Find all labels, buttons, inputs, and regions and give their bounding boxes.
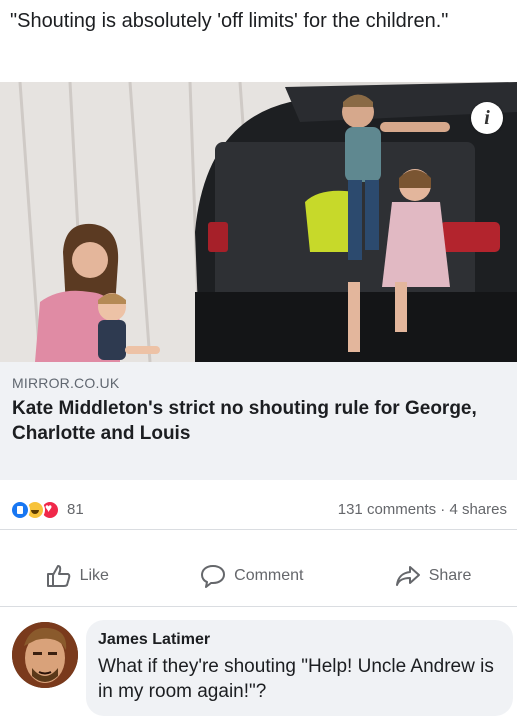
share-label: Share <box>428 566 472 584</box>
link-preview-card[interactable]: i MIRROR.CO.UK Kate Middleton's strict n… <box>0 82 517 480</box>
share-arrow-icon <box>395 564 421 588</box>
post-actions-bar: Like Comment Share <box>0 545 517 607</box>
reaction-count[interactable]: 81 <box>67 501 84 518</box>
like-label: Like <box>79 566 109 584</box>
comment-bubble: James Latimer What if they're shouting "… <box>86 620 513 716</box>
link-preview-image[interactable]: i <box>0 82 517 362</box>
comment-button[interactable]: Comment <box>200 564 304 588</box>
link-headline[interactable]: Kate Middleton's strict no shouting rule… <box>12 396 507 446</box>
comment-text: What if they're shouting "Help! Uncle An… <box>98 656 494 702</box>
post-text: "Shouting is absolutely 'off limits' for… <box>10 10 449 32</box>
avatar[interactable] <box>12 622 78 688</box>
like-button[interactable]: Like <box>46 564 109 588</box>
like-icon <box>10 499 30 520</box>
info-icon[interactable]: i <box>471 102 503 134</box>
link-preview-meta[interactable]: MIRROR.CO.UK Kate Middleton's strict no … <box>0 362 517 480</box>
post-stats: 81 131 comments · 4 shares <box>0 490 517 530</box>
reactions-summary[interactable]: 81 <box>10 499 84 520</box>
comment-bubble-icon <box>200 564 226 588</box>
comments-shares-count[interactable]: 131 comments · 4 shares <box>338 501 507 518</box>
thumbs-up-icon <box>46 564 72 588</box>
comment-item: James Latimer What if they're shouting "… <box>8 618 513 718</box>
comment-label: Comment <box>234 566 304 584</box>
link-domain: MIRROR.CO.UK <box>12 375 120 391</box>
share-button[interactable]: Share <box>395 564 472 588</box>
comment-author[interactable]: James Latimer <box>98 630 501 650</box>
